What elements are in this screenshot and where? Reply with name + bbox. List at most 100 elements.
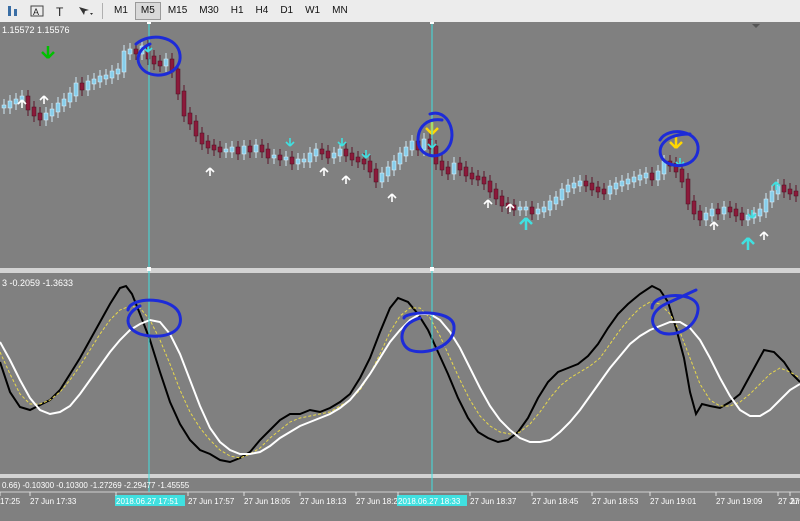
candle — [733, 208, 739, 217]
crosshair-handle[interactable] — [147, 267, 151, 271]
indicator-header: 3 -0.2059 -1.3633 — [2, 278, 73, 288]
candle — [307, 152, 313, 163]
candle — [631, 176, 637, 183]
crosshair-arrow-icon[interactable] — [74, 2, 96, 20]
crosshair-handle[interactable] — [430, 267, 434, 271]
timeframe-m5[interactable]: M5 — [134, 2, 161, 20]
crosshair-handle[interactable] — [430, 20, 434, 24]
candle — [439, 160, 445, 171]
candle — [289, 156, 295, 165]
candle — [355, 156, 361, 163]
time-label: 27 Jun 17:33 — [30, 497, 77, 506]
toolbar: A T M1 M5 M15 M30 H1 H4 D1 W1 MN — [0, 0, 800, 23]
candle — [781, 184, 787, 193]
toolbar-separator — [102, 3, 103, 19]
time-label: 27 Jun 18:21 — [356, 497, 403, 506]
timeframe-mn[interactable]: MN — [327, 2, 353, 20]
candle — [49, 108, 55, 117]
candle — [739, 212, 745, 221]
indicator2-header: 0.66) -0.10300 -0.10300 -1.27269 -2.2947… — [2, 481, 190, 490]
candle — [133, 48, 139, 55]
candle — [373, 168, 379, 183]
timeframe-h4[interactable]: H4 — [251, 2, 274, 20]
candle — [571, 182, 577, 189]
candle — [643, 172, 649, 179]
price-chart[interactable]: 1.15572 1.15576 3 -0.2059 -1.3633 0.66) … — [0, 20, 800, 517]
candle — [541, 206, 547, 213]
candle — [391, 160, 397, 171]
candle — [325, 150, 331, 159]
candle — [217, 146, 223, 153]
candle — [13, 98, 19, 105]
candle — [367, 160, 373, 173]
candle — [247, 145, 253, 153]
candle — [127, 48, 133, 55]
timeframe-m1[interactable]: M1 — [109, 2, 133, 20]
candle — [211, 144, 217, 151]
candle — [331, 152, 337, 159]
text-tool-icon[interactable]: T — [50, 2, 72, 20]
candle — [157, 60, 163, 67]
text-label-icon[interactable]: A — [26, 2, 48, 20]
candle — [73, 82, 79, 97]
pane-separator-2[interactable] — [0, 474, 800, 478]
crosshair-handle[interactable] — [147, 20, 151, 24]
chart-area[interactable]: 1.15572 1.15576 3 -0.2059 -1.3633 0.66) … — [0, 20, 800, 517]
candle — [547, 200, 553, 211]
timeframe-m30[interactable]: M30 — [194, 2, 223, 20]
candle — [493, 188, 499, 200]
candle — [151, 55, 157, 65]
main-chart-header: 1.15572 1.15576 — [2, 25, 70, 35]
candle — [757, 208, 763, 217]
candle — [715, 208, 721, 215]
candle — [229, 146, 235, 153]
bar-chart-icon[interactable] — [2, 2, 24, 20]
timeframe-h1[interactable]: H1 — [226, 2, 249, 20]
candle — [193, 120, 199, 137]
candle — [697, 210, 703, 221]
candle — [709, 208, 715, 217]
candle — [241, 145, 247, 155]
candle — [685, 178, 691, 205]
candle — [601, 188, 607, 195]
candle — [301, 158, 307, 163]
candle — [649, 172, 655, 181]
svg-text:T: T — [56, 5, 64, 18]
candle — [103, 74, 109, 80]
candle — [379, 172, 385, 183]
candle — [277, 154, 283, 161]
candle — [577, 180, 583, 187]
candle — [445, 166, 451, 175]
candle — [403, 146, 409, 157]
candle — [451, 162, 457, 175]
candle — [43, 112, 49, 121]
candle — [25, 95, 31, 111]
candle — [787, 188, 793, 195]
candle — [79, 82, 85, 91]
candle — [475, 175, 481, 181]
time-label: 27 Jun 18:53 — [592, 497, 639, 506]
candle — [175, 68, 181, 95]
candle — [457, 162, 463, 171]
candle — [535, 208, 541, 215]
timeframe-w1[interactable]: W1 — [300, 2, 325, 20]
candle — [163, 58, 169, 67]
candle — [625, 178, 631, 185]
candle — [349, 152, 355, 161]
time-label: 27 Jun 18:13 — [300, 497, 347, 506]
candle — [253, 144, 259, 153]
candle — [385, 166, 391, 177]
candle — [313, 148, 319, 157]
candle — [37, 112, 43, 121]
timeframe-m15[interactable]: M15 — [163, 2, 192, 20]
pane-separator-1[interactable] — [0, 268, 800, 273]
candle — [565, 184, 571, 193]
candle — [121, 50, 127, 73]
candle — [499, 195, 505, 207]
svg-text:A: A — [33, 7, 39, 17]
time-label: 27 Jun 19:25 — [790, 497, 800, 506]
candle — [763, 198, 769, 213]
candle — [109, 70, 115, 79]
timeframe-d1[interactable]: D1 — [275, 2, 298, 20]
time-label: 2018.06.27 18:33 — [398, 497, 461, 506]
